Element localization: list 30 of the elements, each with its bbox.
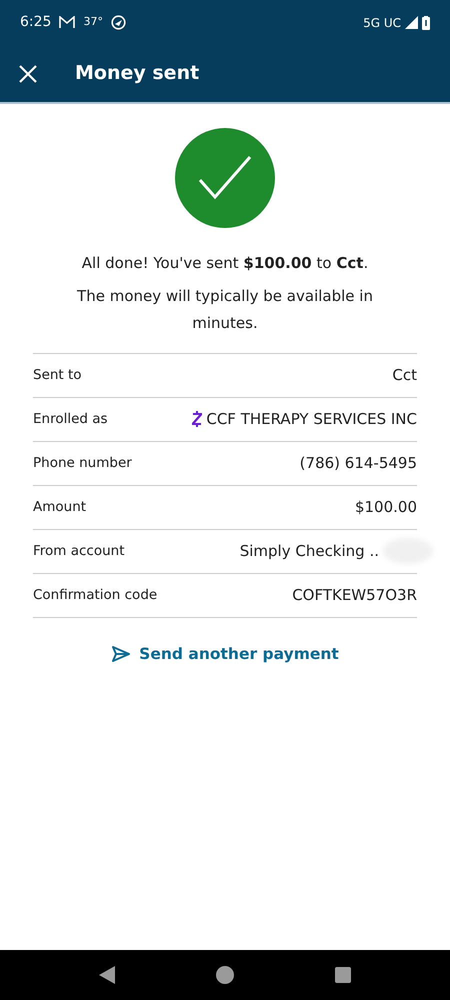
detail-label: Confirmation code [33,586,158,605]
detail-value: Simply Checking .. [240,540,379,562]
screen-title: Money sent [75,62,200,85]
detail-label: Amount [33,498,86,517]
battery-icon [422,16,430,30]
detail-label: Enrolled as [33,410,108,429]
detail-value: Cct [392,364,417,386]
detail-value: CCF THERAPY SERVICES INC [206,408,417,430]
home-icon[interactable] [216,966,234,984]
recents-icon[interactable] [335,967,352,983]
availability-note: The money will typically be available in minutes. [76,286,374,334]
detail-value: $100.00 [354,496,417,518]
compass-icon [110,15,126,30]
status-time: 6:25 [20,13,52,32]
detail-label: Phone number [33,454,132,473]
detail-value: (786) 614-5495 [300,452,417,474]
back-icon[interactable] [98,966,115,984]
detail-label: Sent to [33,366,82,385]
detail-value: COFTKEW57O3R [292,584,417,606]
close-button[interactable] [18,64,38,84]
network-text: 5G UC [363,14,401,32]
mail-icon [59,16,76,29]
temperature-text: 37° [83,14,103,30]
success-check-icon [175,128,275,228]
signal-icon [405,16,418,29]
send-icon [111,645,132,664]
send-another-payment-link[interactable]: Send another payment [105,642,345,667]
confirmation-message: All done! You've sent $100.00 to Cct. [82,253,368,274]
detail-label: From account [33,542,125,561]
zelle-icon [192,411,202,427]
